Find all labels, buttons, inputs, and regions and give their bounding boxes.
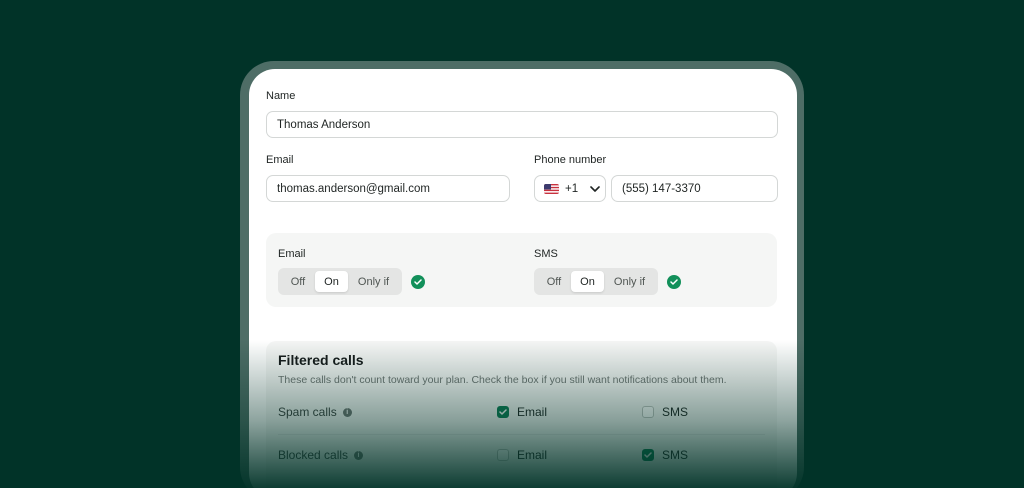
blocked-sms-label: SMS	[662, 448, 689, 462]
name-label: Name	[266, 90, 296, 102]
sms-notify-off[interactable]: Off	[537, 271, 571, 292]
chevron-down-icon	[590, 185, 600, 192]
spam-email-label: Email	[517, 405, 548, 419]
email-notify-label: Email	[278, 248, 306, 260]
row-divider	[278, 434, 765, 435]
sms-notify-label: SMS	[534, 248, 558, 260]
spam-email-option[interactable]: Email	[497, 405, 547, 419]
blocked-calls-label: Blocked calls i	[278, 448, 364, 462]
spam-calls-text: Spam calls	[278, 405, 337, 419]
country-code-select[interactable]: +1	[534, 175, 606, 202]
blocked-email-checkbox[interactable]	[497, 449, 509, 461]
spam-calls-label: Spam calls i	[278, 405, 352, 419]
settings-card: Name Thomas Anderson Email thomas.anders…	[249, 69, 797, 488]
check-circle-icon	[411, 275, 425, 289]
phone-input-value: (555) 147-3370	[622, 182, 701, 195]
blocked-sms-option[interactable]: SMS	[642, 448, 688, 462]
sms-notify-only-if[interactable]: Only if	[604, 271, 655, 292]
filtered-calls-section: Filtered calls These calls don't count t…	[266, 341, 777, 488]
blocked-email-label: Email	[517, 448, 548, 462]
name-input-value: Thomas Anderson	[277, 118, 371, 131]
sms-notify-on[interactable]: On	[571, 271, 604, 292]
blocked-email-option[interactable]: Email	[497, 448, 547, 462]
email-notify-only-if[interactable]: Only if	[348, 271, 399, 292]
spam-email-checkbox[interactable]	[497, 406, 509, 418]
email-label: Email	[266, 154, 294, 166]
info-icon[interactable]: i	[342, 407, 352, 417]
spam-sms-label: SMS	[662, 405, 689, 419]
country-code-value: +1	[565, 182, 579, 195]
email-input-value: thomas.anderson@gmail.com	[277, 182, 430, 195]
check-circle-icon	[667, 275, 681, 289]
blocked-calls-text: Blocked calls	[278, 448, 349, 462]
sms-notify-segmented: Off On Only if	[534, 268, 658, 295]
name-input[interactable]: Thomas Anderson	[266, 111, 778, 138]
phone-input[interactable]: (555) 147-3370	[611, 175, 778, 202]
email-notify-segmented: Off On Only if	[278, 268, 402, 295]
spam-sms-checkbox[interactable]	[642, 406, 654, 418]
blocked-sms-checkbox[interactable]	[642, 449, 654, 461]
notification-settings: Email Off On Only if SMS Off On Only if	[266, 233, 777, 307]
filtered-calls-description: These calls don't count toward your plan…	[278, 374, 727, 386]
filtered-calls-title: Filtered calls	[278, 352, 364, 368]
phone-label: Phone number	[534, 154, 607, 166]
info-icon[interactable]: i	[354, 450, 364, 460]
email-notify-on[interactable]: On	[315, 271, 348, 292]
email-input[interactable]: thomas.anderson@gmail.com	[266, 175, 510, 202]
spam-sms-option[interactable]: SMS	[642, 405, 688, 419]
us-flag-icon	[544, 183, 559, 194]
email-notify-off[interactable]: Off	[281, 271, 315, 292]
